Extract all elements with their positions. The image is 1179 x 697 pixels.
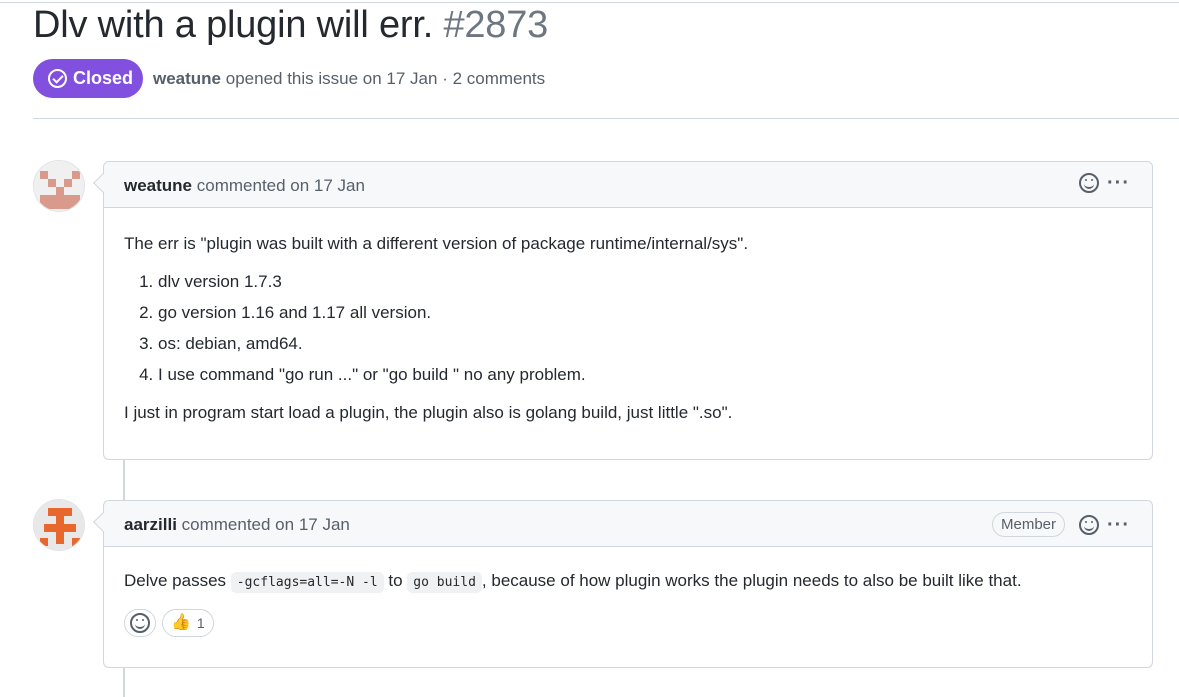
member-badge: Member — [992, 512, 1066, 537]
list-item: dlv version 1.7.3 — [158, 270, 1132, 294]
inline-code: go build — [407, 572, 482, 593]
issue-meta: weatune opened this issue on 17 Jan · 2 … — [153, 69, 545, 89]
smiley-icon[interactable] — [1079, 514, 1100, 535]
issue-state-label: Closed — [73, 68, 134, 88]
comment-tools: ··· — [1079, 173, 1130, 193]
kebab-horizontal-icon[interactable]: ··· — [1107, 515, 1130, 535]
smiley-icon[interactable] — [1079, 173, 1100, 193]
comment-body: The err is "plugin was built with a diff… — [104, 208, 1152, 459]
comment-paragraph: The err is "plugin was built with a diff… — [124, 234, 749, 253]
comment-header: aarzilli commented on 17 Jan Member ··· — [104, 501, 1152, 547]
issue-number: #2873 — [443, 4, 549, 46]
header-divider — [33, 118, 1179, 119]
list-item: os: debian, amd64. — [158, 332, 1132, 356]
comment-list: dlv version 1.7.3 go version 1.16 and 1.… — [124, 270, 1132, 387]
comment-body: Delve passes -gcflags=all=-N -l to go bu… — [104, 547, 1152, 657]
timeline-connector — [123, 460, 125, 500]
comment-tools: Member ··· — [992, 512, 1130, 537]
reaction-count: 1 — [196, 615, 205, 631]
comment-meta: aarzilli commented on 17 Jan — [124, 515, 350, 535]
reactions-bar: 👍 1 — [124, 609, 1132, 637]
comment-paragraph: I just in program start load a plugin, t… — [124, 403, 733, 422]
issue-meta-text: opened this issue on 17 Jan · 2 comments — [221, 69, 546, 88]
inline-code: -gcflags=all=-N -l — [230, 572, 384, 593]
issue-title-text: Dlv with a plugin will err. — [33, 4, 434, 46]
timeline-connector — [123, 668, 125, 697]
issue-state-badge: Closed — [33, 59, 143, 98]
comment-author-link[interactable]: aarzilli — [124, 515, 177, 534]
comment-author-link[interactable]: weatune — [124, 176, 192, 195]
identicon-weatune — [34, 161, 84, 211]
comment-1: weatune commented on 17 Jan ··· The err … — [93, 161, 1153, 460]
comment-timestamp[interactable]: commented on 17 Jan — [177, 515, 350, 534]
avatar-weatune[interactable] — [33, 160, 85, 212]
issue-title: Dlv with a plugin will err. #2873 — [33, 4, 548, 47]
identicon-aarzilli — [34, 500, 84, 550]
comment-2: aarzilli commented on 17 Jan Member ··· … — [93, 500, 1153, 668]
issue-author-link[interactable]: weatune — [153, 69, 221, 88]
comment-header: weatune commented on 17 Jan ··· — [104, 162, 1152, 208]
avatar-aarzilli[interactable] — [33, 499, 85, 551]
list-item: go version 1.16 and 1.17 all version. — [158, 301, 1132, 325]
comment-timestamp[interactable]: commented on 17 Jan — [192, 176, 365, 195]
thumbs-up-icon: 👍 — [171, 614, 191, 631]
text-segment: to — [383, 571, 408, 590]
comment-paragraph: Delve passes -gcflags=all=-N -l to go bu… — [124, 569, 1132, 595]
comment-meta: weatune commented on 17 Jan — [124, 176, 365, 196]
smiley-icon — [130, 613, 150, 633]
thumbs-up-reaction-button[interactable]: 👍 1 — [162, 609, 214, 637]
circle-check-icon — [48, 69, 67, 88]
list-item: I use command "go run ..." or "go build … — [158, 363, 1132, 387]
kebab-horizontal-icon[interactable]: ··· — [1107, 173, 1130, 193]
top-border — [0, 2, 1179, 3]
text-segment: Delve passes — [124, 571, 231, 590]
text-segment: , because of how plugin works the plugin… — [481, 571, 1022, 590]
add-reaction-button[interactable] — [124, 609, 156, 637]
